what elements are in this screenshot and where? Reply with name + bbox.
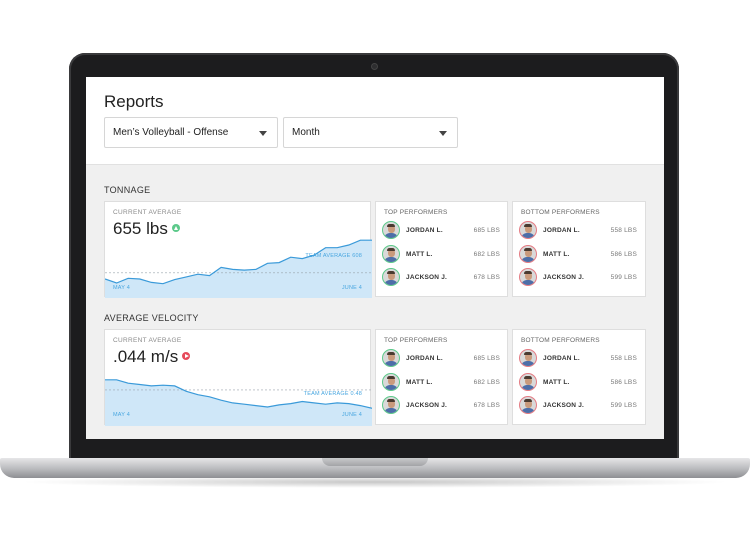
performer-name: JORDAN L.: [543, 355, 580, 362]
date-start-label: MAY 4: [113, 412, 130, 418]
avatar: [382, 221, 400, 239]
reports-header: Reports Men’s Volleyball - Offense Month: [86, 77, 664, 165]
performer-row[interactable]: JACKSON J. 678 LBS: [382, 268, 500, 288]
performer-value: 586 LBS: [610, 251, 637, 258]
chevron-down-icon: [259, 131, 267, 136]
avatar: [519, 349, 537, 367]
app-screen: Reports Men’s Volleyball - Offense Month…: [86, 77, 664, 439]
bottom-performers-card: BOTTOM PERFORMERS JORDAN L. 558 LBS MATT…: [512, 201, 646, 297]
velocity-chart-card: CURRENT AVERAGE .044 m/s TEAM AVERAGE 0.…: [104, 329, 372, 426]
current-average-number: .044 m/s: [113, 347, 179, 366]
performer-value: 678 LBS: [473, 274, 500, 281]
team-select-value: Men’s Volleyball - Offense: [113, 127, 229, 138]
section-title-average-velocity: AVERAGE VELOCITY: [104, 313, 199, 323]
performer-name: JORDAN L.: [406, 227, 443, 234]
performer-row[interactable]: JACKSON J. 599 LBS: [519, 268, 637, 288]
avatar: [382, 396, 400, 414]
period-select-value: Month: [292, 127, 320, 138]
bottom-performers-card: BOTTOM PERFORMERS JORDAN L. 558 LBS MATT…: [512, 329, 646, 425]
performer-value: 558 LBS: [610, 227, 637, 234]
performer-row[interactable]: MATT L. 682 LBS: [382, 373, 500, 393]
current-average-number: 655 lbs: [113, 219, 168, 238]
performer-row[interactable]: JORDAN L. 685 LBS: [382, 221, 500, 241]
performer-value: 682 LBS: [473, 251, 500, 258]
performer-value: 599 LBS: [610, 402, 637, 409]
performer-row[interactable]: JORDAN L. 685 LBS: [382, 349, 500, 369]
performer-name: JORDAN L.: [543, 227, 580, 234]
performer-name: MATT L.: [543, 379, 570, 386]
team-select[interactable]: Men’s Volleyball - Offense: [104, 117, 278, 148]
performer-value: 678 LBS: [473, 402, 500, 409]
trend-up-icon: [171, 224, 180, 233]
performer-row[interactable]: MATT L. 586 LBS: [519, 373, 637, 393]
performer-value: 685 LBS: [473, 355, 500, 362]
trend-down-icon: [182, 352, 191, 361]
performer-value: 685 LBS: [473, 227, 500, 234]
performer-row[interactable]: JACKSON J. 678 LBS: [382, 396, 500, 416]
avatar: [382, 373, 400, 391]
chart-area: [105, 240, 372, 298]
performer-row[interactable]: JORDAN L. 558 LBS: [519, 349, 637, 369]
performer-value: 558 LBS: [610, 355, 637, 362]
performer-name: MATT L.: [406, 379, 433, 386]
webcam-icon: [372, 64, 377, 69]
tonnage-line-chart: [105, 239, 372, 298]
performer-name: JACKSON J.: [406, 274, 448, 281]
date-end-label: JUNE 4: [341, 412, 362, 418]
team-average-label: TEAM AVERAGE 608: [305, 253, 362, 259]
period-select[interactable]: Month: [283, 117, 458, 148]
section-title-tonnage: TONNAGE: [104, 185, 151, 195]
performer-name: JACKSON J.: [543, 274, 585, 281]
velocity-line-chart: [105, 379, 372, 426]
performer-value: 682 LBS: [473, 379, 500, 386]
bottom-performers-title: BOTTOM PERFORMERS: [521, 209, 600, 216]
top-performers-title: TOP PERFORMERS: [384, 337, 448, 344]
performer-row[interactable]: JACKSON J. 599 LBS: [519, 396, 637, 416]
date-end-label: JUNE 4: [341, 285, 362, 291]
performer-row[interactable]: MATT L. 586 LBS: [519, 245, 637, 265]
date-start-label: MAY 4: [113, 285, 130, 291]
avatar: [519, 245, 537, 263]
avatar: [382, 349, 400, 367]
top-performers-title: TOP PERFORMERS: [384, 209, 448, 216]
performer-row[interactable]: JORDAN L. 558 LBS: [519, 221, 637, 241]
chevron-down-icon: [439, 131, 447, 136]
top-performers-card: TOP PERFORMERS JORDAN L. 685 LBS MATT L.…: [375, 201, 508, 297]
tonnage-chart-card: CURRENT AVERAGE 655 lbs TEAM AVERAGE 608…: [104, 201, 372, 298]
performer-name: JORDAN L.: [406, 355, 443, 362]
team-average-label: TEAM AVERAGE 0.48: [303, 391, 362, 397]
performer-name: MATT L.: [406, 251, 433, 258]
performer-name: JACKSON J.: [406, 402, 448, 409]
current-average-label: CURRENT AVERAGE: [113, 337, 182, 344]
performer-value: 599 LBS: [610, 274, 637, 281]
avatar: [519, 221, 537, 239]
current-average-value: 655 lbs: [113, 219, 180, 239]
avatar: [382, 245, 400, 263]
performer-name: MATT L.: [543, 251, 570, 258]
avatar: [382, 268, 400, 286]
avatar: [519, 373, 537, 391]
current-average-value: .044 m/s: [113, 347, 191, 367]
laptop-mockup: Reports Men’s Volleyball - Offense Month…: [0, 0, 750, 552]
current-average-label: CURRENT AVERAGE: [113, 209, 182, 216]
performer-name: JACKSON J.: [543, 402, 585, 409]
bottom-performers-title: BOTTOM PERFORMERS: [521, 337, 600, 344]
top-performers-card: TOP PERFORMERS JORDAN L. 685 LBS MATT L.…: [375, 329, 508, 425]
avatar: [519, 268, 537, 286]
page-title: Reports: [104, 92, 164, 111]
laptop-notch: [322, 458, 428, 466]
performer-value: 586 LBS: [610, 379, 637, 386]
avatar: [519, 396, 537, 414]
performer-row[interactable]: MATT L. 682 LBS: [382, 245, 500, 265]
